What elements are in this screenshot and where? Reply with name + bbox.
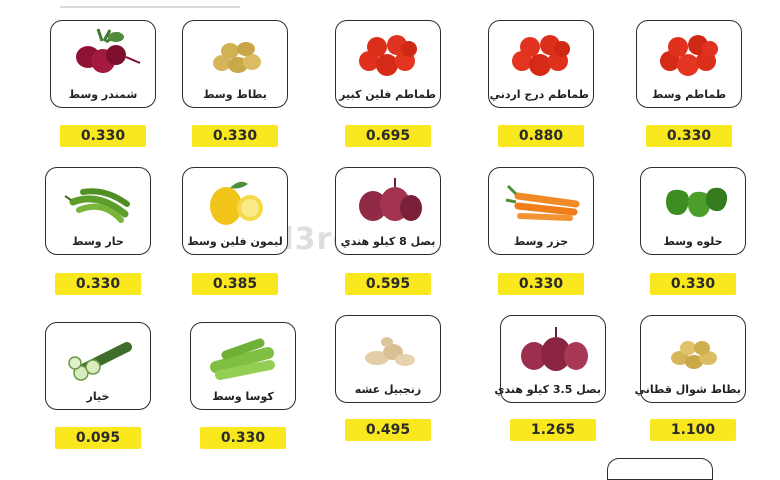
ginger-icon xyxy=(336,322,440,376)
product-card-lemon[interactable]: ليمون فلين وسط xyxy=(182,167,288,255)
product-card-ginger[interactable]: زنجبيل عشه xyxy=(335,315,441,403)
product-price: 1.265 xyxy=(510,419,596,441)
product-price: 0.330 xyxy=(200,427,286,449)
product-name: طماطم وسط xyxy=(651,88,727,101)
product-card-beetroot[interactable]: شمندر وسط xyxy=(50,20,156,108)
lemon-icon xyxy=(183,174,287,228)
product-price: 0.330 xyxy=(60,125,146,147)
carrot-icon xyxy=(489,174,593,228)
tomato-icon xyxy=(489,27,593,81)
product-price: 0.495 xyxy=(345,419,431,441)
cucumber-icon xyxy=(46,329,150,383)
product-name: شمندر وسط xyxy=(68,88,138,101)
product-card-onion-8kg[interactable]: بصل 8 كيلو هندي xyxy=(335,167,441,255)
product-card-potato[interactable]: بطاط وسط xyxy=(182,20,288,108)
product-card-carrot[interactable]: جزر وسط xyxy=(488,167,594,255)
product-name: ليمون فلين وسط xyxy=(187,235,283,248)
product-name: حار وسط xyxy=(72,235,124,248)
red-onion-icon xyxy=(501,322,605,376)
product-price: 0.880 xyxy=(498,125,584,147)
product-name: كوسا وسط xyxy=(212,390,274,403)
product-price: 0.385 xyxy=(192,273,278,295)
product-price: 0.595 xyxy=(345,273,431,295)
product-name: حلوه وسط xyxy=(663,235,723,248)
product-name: جزر وسط xyxy=(513,235,569,248)
product-price: 0.330 xyxy=(498,273,584,295)
product-name: بصل 3.5 كيلو هندي xyxy=(494,383,601,396)
product-name: طماطم فلين كبير xyxy=(339,88,436,101)
product-price: 0.330 xyxy=(192,125,278,147)
product-card-cucumber[interactable]: خيار xyxy=(45,322,151,410)
product-card-hot-pepper[interactable]: حار وسط xyxy=(45,167,151,255)
product-price: 0.695 xyxy=(345,125,431,147)
potato-icon xyxy=(641,322,745,376)
red-onion-icon xyxy=(336,174,440,228)
zucchini-icon xyxy=(191,329,295,383)
product-name: بطاط شوال قطاني xyxy=(634,383,741,396)
product-name: طماطم درج اردني xyxy=(489,88,589,101)
product-name: بصل 8 كيلو هندي xyxy=(340,235,436,248)
product-name: بطاط وسط xyxy=(203,88,267,101)
product-card-tomato-medium[interactable]: طماطم وسط xyxy=(636,20,742,108)
product-price: 0.330 xyxy=(55,273,141,295)
green-chili-icon xyxy=(46,174,150,228)
product-card-tomato-large[interactable]: طماطم فلين كبير xyxy=(335,20,441,108)
tomato-icon xyxy=(637,27,741,81)
product-card-zucchini[interactable]: كوسا وسط xyxy=(190,322,296,410)
bell-pepper-icon xyxy=(641,174,745,228)
beetroot-icon xyxy=(51,27,155,81)
product-card-onion-3-5kg[interactable]: بصل 3.5 كيلو هندي xyxy=(494,315,606,403)
product-price: 0.330 xyxy=(650,273,736,295)
product-card-bell-pepper[interactable]: حلوه وسط xyxy=(640,167,746,255)
top-divider xyxy=(60,0,240,8)
next-card-edge xyxy=(607,458,713,480)
product-name: خيار xyxy=(86,390,110,403)
product-price: 0.330 xyxy=(646,125,732,147)
potato-icon xyxy=(183,27,287,81)
product-card-potato-sack[interactable]: بطاط شوال قطاني xyxy=(634,315,746,403)
product-price: 0.095 xyxy=(55,427,141,449)
product-price: 1.100 xyxy=(650,419,736,441)
product-name: زنجبيل عشه xyxy=(354,383,422,396)
tomato-icon xyxy=(336,27,440,81)
product-card-tomato-jordanian[interactable]: طماطم درج اردني xyxy=(488,20,594,108)
